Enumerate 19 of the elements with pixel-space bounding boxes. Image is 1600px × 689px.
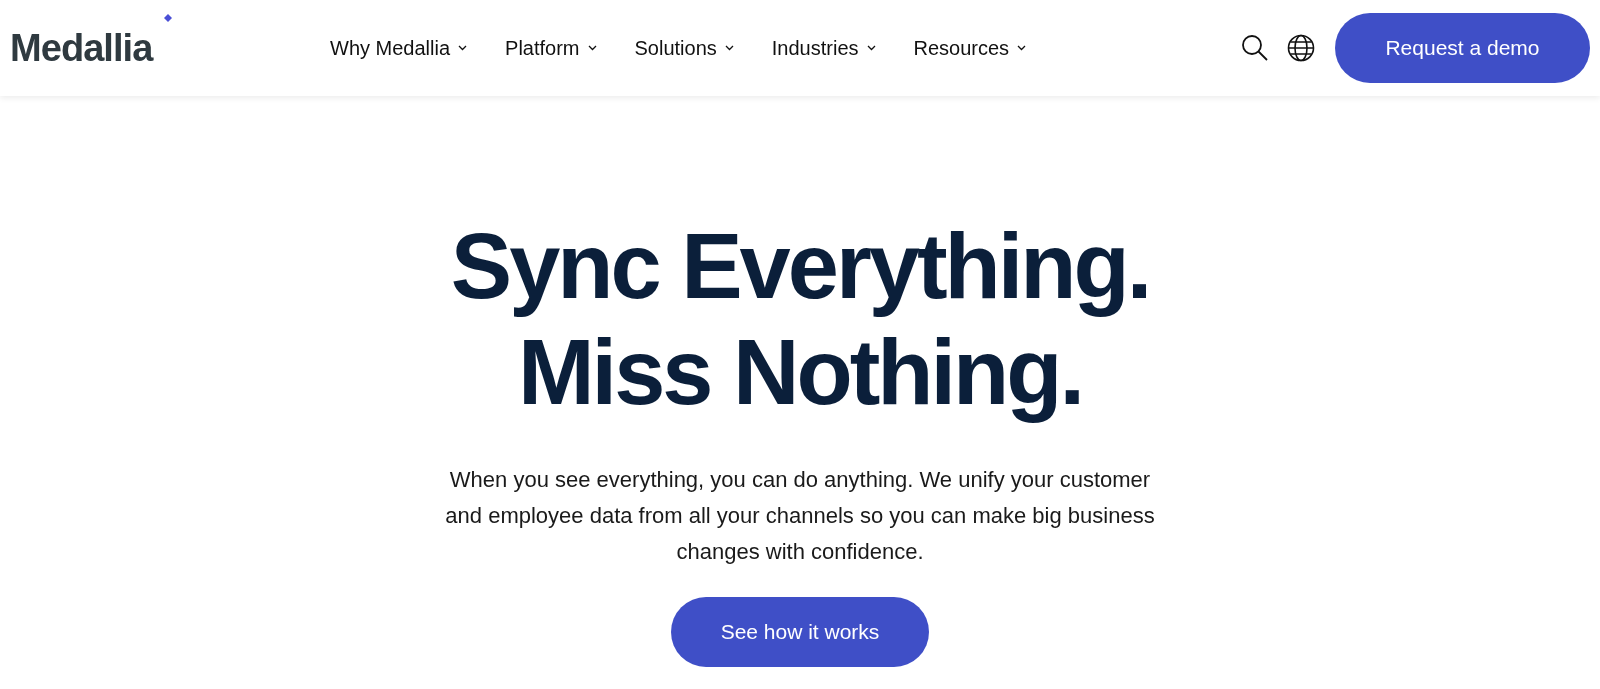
hero-description: When you see everything, you can do anything. We unify your customer and employee data from all your channels so you can make big business changes with confidence. — [444, 465, 1156, 566]
chevron-down-icon — [1017, 45, 1027, 51]
nav-menu-item[interactable]: Industries — [771, 33, 876, 63]
search-icon[interactable] — [1241, 34, 1269, 62]
request-demo-button[interactable]: Request a demo — [1335, 13, 1590, 83]
nav-menu-item[interactable]: Why Medallia — [330, 33, 468, 63]
hero-headline: Miss Nothing. — [517, 319, 1083, 425]
globe-icon[interactable] — [1287, 34, 1315, 62]
chevron-down-icon — [866, 45, 876, 51]
chevron-down-icon — [724, 45, 734, 51]
nav-menu-item[interactable]: Resources — [913, 33, 1027, 63]
diamond-icon — [164, 13, 172, 22]
chevron-down-icon — [458, 45, 468, 51]
see-how-it-works-button[interactable]: See how it works — [671, 596, 929, 667]
hero-headline: Sync Everything. — [450, 214, 1150, 319]
nav-menu-item[interactable]: Solutions — [634, 33, 734, 63]
chevron-down-icon — [587, 45, 597, 51]
logo[interactable]: Medallia — [10, 26, 153, 69]
nav-menu-item[interactable]: Platform — [505, 33, 597, 63]
